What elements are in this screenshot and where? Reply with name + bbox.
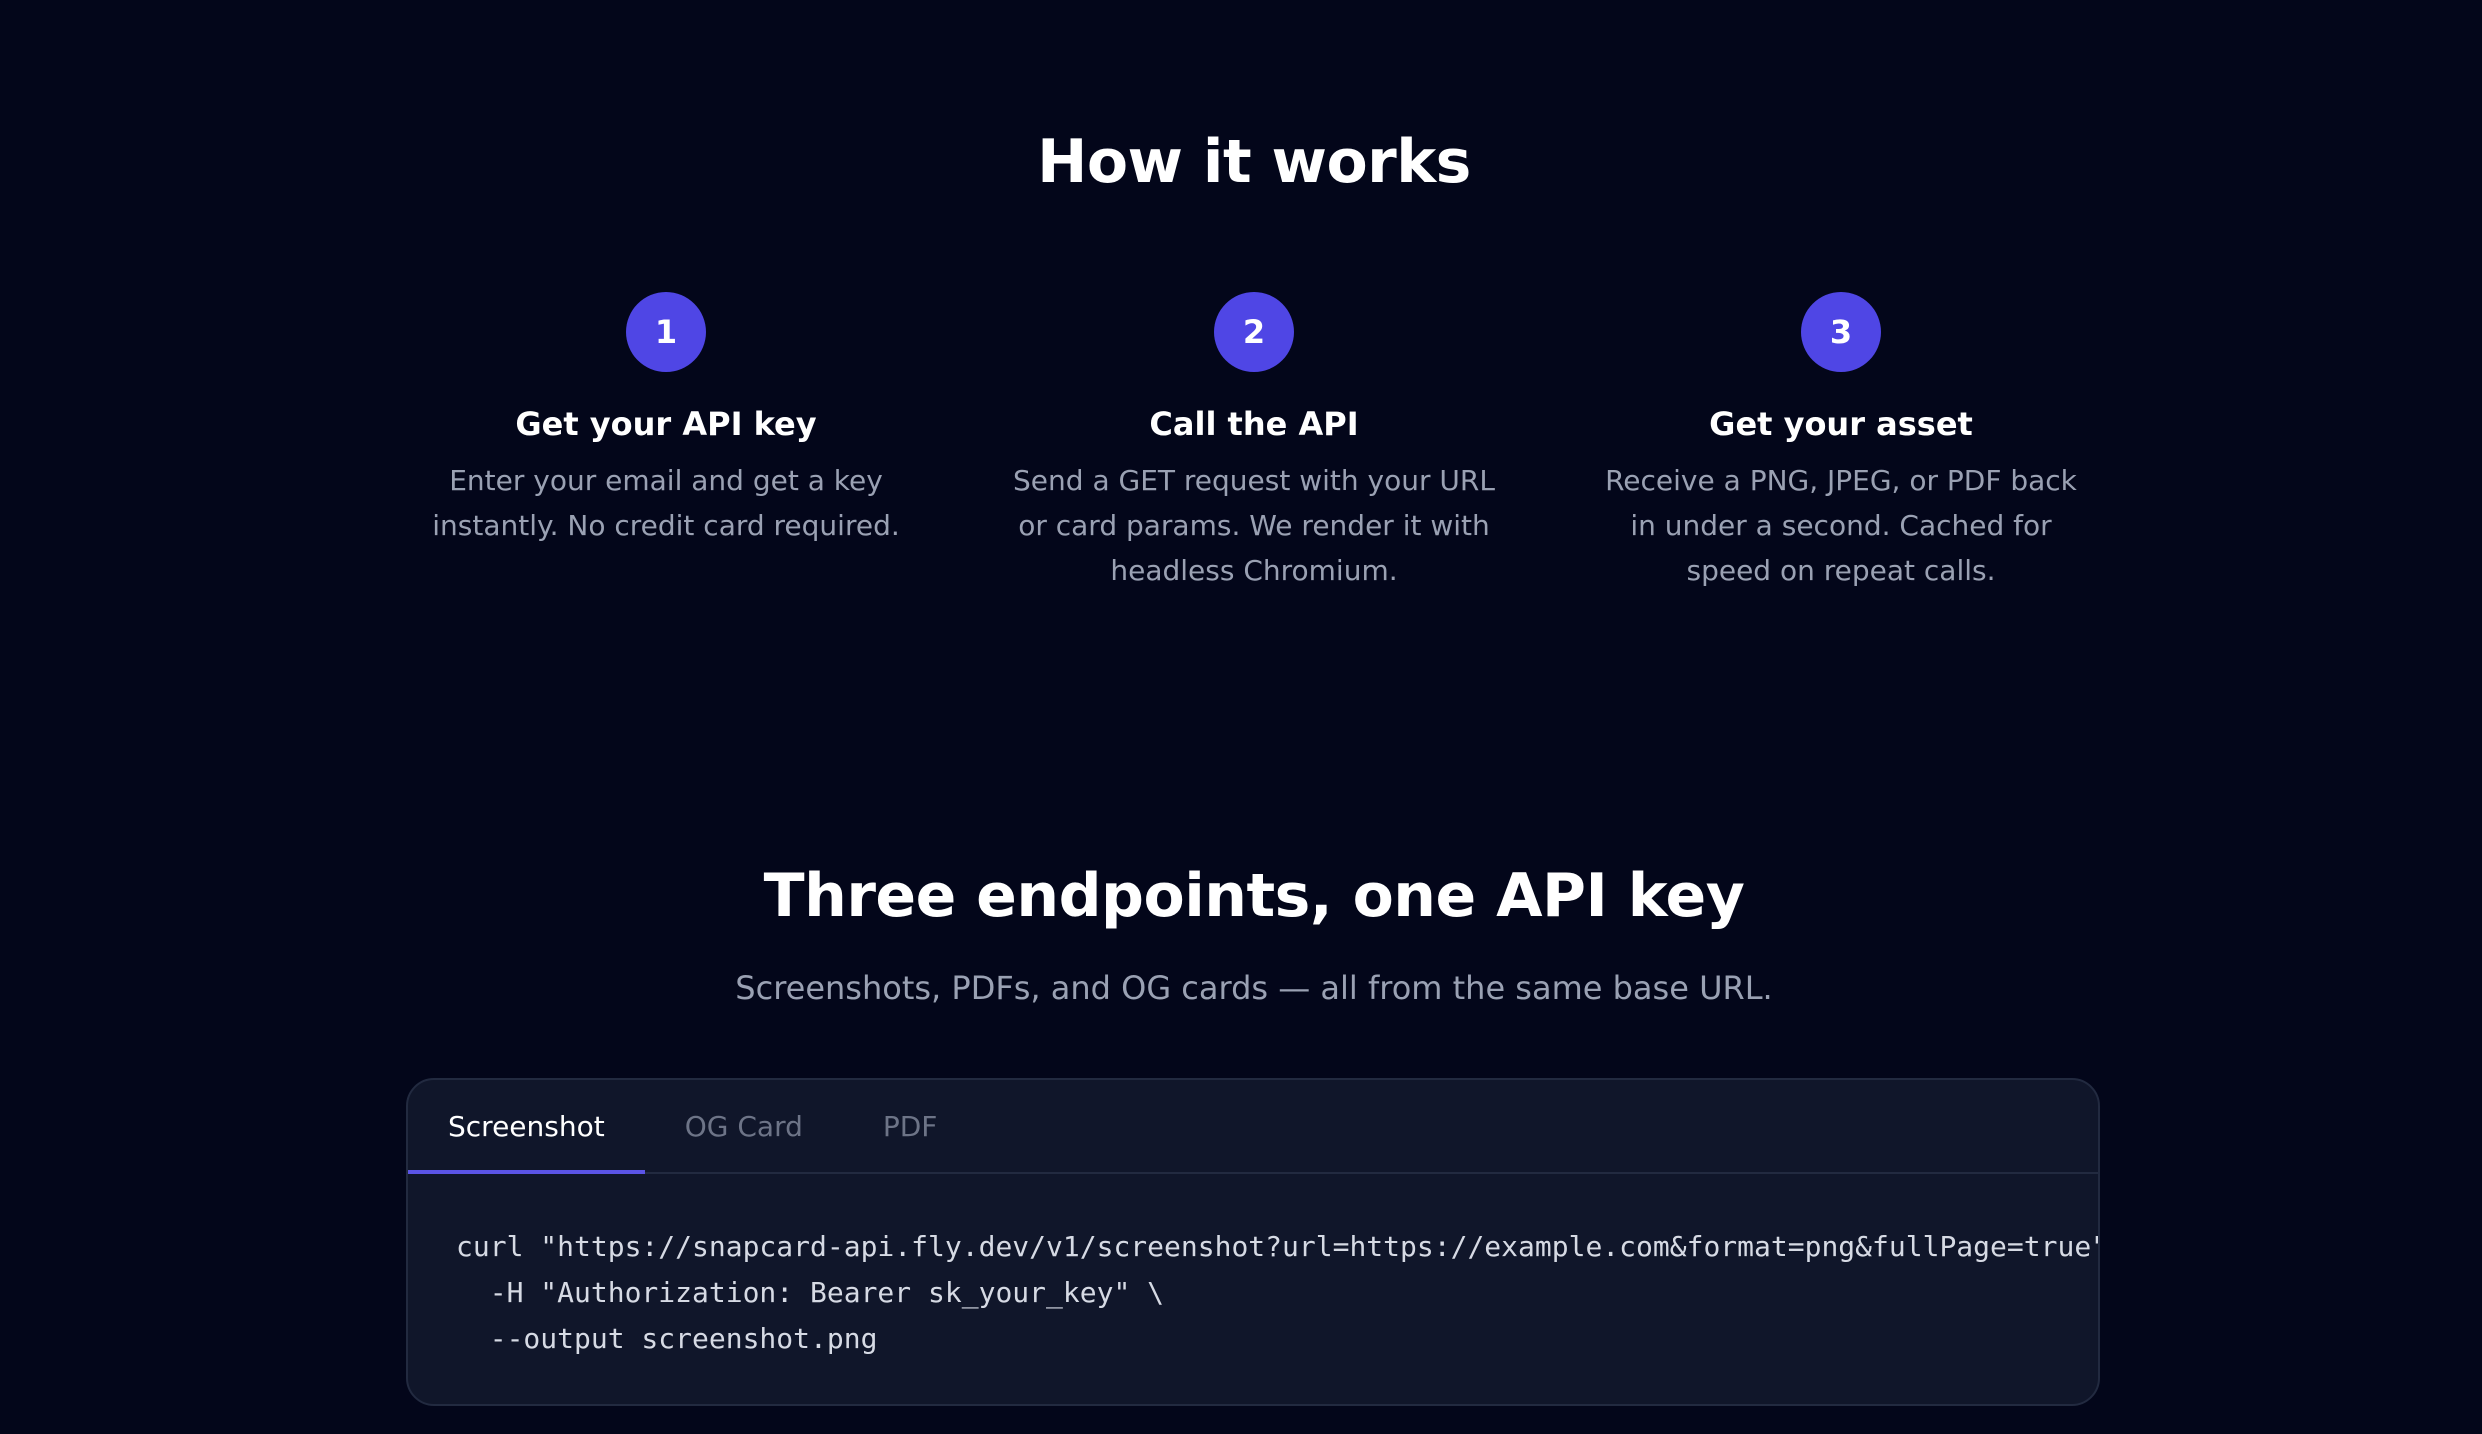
step-number-badge: 1 [626,292,706,372]
tab-pdf[interactable]: PDF [843,1080,978,1172]
tab-screenshot[interactable]: Screenshot [408,1080,645,1174]
step-title: Get your asset [1709,405,1973,443]
tab-og-card[interactable]: OG Card [645,1080,843,1172]
step-description: Enter your email and get a key instantly… [432,464,900,542]
step-description: Send a GET request with your URL or card… [1013,464,1495,587]
code-example-card: Screenshot OG Card PDF curl "https://sna… [406,1078,2100,1406]
step-3: 3 Get your asset Receive a PNG, JPEG, or… [1591,292,2091,593]
step-number-badge: 3 [1801,292,1881,372]
step-1: 1 Get your API key Enter your email and … [416,292,916,548]
endpoints-title: Three endpoints, one API key [763,861,1745,931]
step-title: Get your API key [515,405,817,443]
code-snippet[interactable]: curl "https://snapcard-api.fly.dev/v1/sc… [408,1174,2098,1362]
step-number-badge: 2 [1214,292,1294,372]
page: How it works 1 Get your API key Enter yo… [0,0,2482,1434]
step-2: 2 Call the API Send a GET request with y… [1004,292,1504,593]
step-description: Receive a PNG, JPEG, or PDF back in unde… [1605,464,2077,587]
endpoints-subtitle: Screenshots, PDFs, and OG cards — all fr… [735,969,1773,1007]
how-it-works-title: How it works [1037,127,1471,197]
endpoint-tabs: Screenshot OG Card PDF [408,1080,2098,1174]
step-title: Call the API [1149,405,1359,443]
